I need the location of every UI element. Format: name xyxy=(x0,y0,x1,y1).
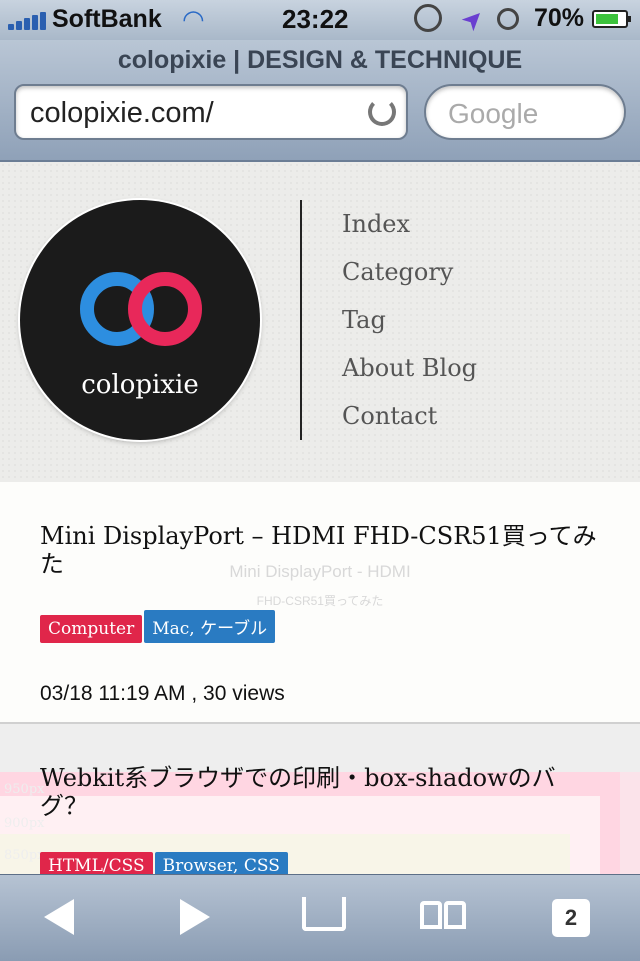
header-divider xyxy=(300,200,302,440)
alarm-icon xyxy=(497,8,519,30)
logo-text: colopixie xyxy=(81,370,199,400)
post-title[interactable]: Mini DisplayPort – HDMI FHD-CSR51買ってみた xyxy=(40,522,600,578)
share-icon[interactable] xyxy=(302,897,346,931)
post-thumbnail-line2: FHD-CSR51買ってみた xyxy=(256,594,384,608)
post-card[interactable]: Mini DisplayPort - HDMI FHD-CSR51買ってみた M… xyxy=(0,482,640,722)
back-icon[interactable] xyxy=(44,899,74,935)
wifi-icon: ◠ xyxy=(182,4,205,34)
reload-icon[interactable] xyxy=(368,98,396,126)
logo-ring-pink xyxy=(128,272,202,346)
location-icon: ➤ xyxy=(454,0,491,38)
search-placeholder: Google xyxy=(448,98,539,129)
thumb-label: 950px xyxy=(4,782,45,797)
tag-category[interactable]: HTML/CSS xyxy=(40,852,153,874)
menu-item-contact[interactable]: Contact xyxy=(342,402,477,450)
tag-keywords[interactable]: Mac, ケーブル xyxy=(144,610,276,643)
post-tags: HTML/CSS Browser, CSS xyxy=(40,852,290,874)
thumb-label: 850px xyxy=(4,848,45,863)
carrier-name: SoftBank xyxy=(52,5,162,33)
site-menu: Index Category Tag About Blog Contact xyxy=(342,210,477,450)
page-title: colopixie | DESIGN & TECHNIQUE xyxy=(117,46,523,74)
clock: 23:22 xyxy=(282,4,349,34)
rotation-lock-icon xyxy=(414,4,442,32)
battery-percent: 70% xyxy=(534,4,585,32)
tag-category[interactable]: Computer xyxy=(40,615,143,643)
menu-item-category[interactable]: Category xyxy=(342,258,477,306)
post-title[interactable]: Webkit系ブラウザでの印刷・box-shadowのバグ？ xyxy=(40,764,600,820)
site-header: colopixie Index Category Tag About Blog … xyxy=(0,162,640,482)
post-meta: 03/18 11:19 AM , 30 views xyxy=(40,682,285,705)
tag-keywords[interactable]: Browser, CSS xyxy=(154,852,288,874)
post-card[interactable]: 950px 900px 850px Webkit系ブラウザでの印刷・box-sh… xyxy=(0,724,640,874)
browser-toolbar: 2 xyxy=(0,874,640,961)
menu-item-tag[interactable]: Tag xyxy=(342,306,477,354)
menu-item-about[interactable]: About Blog xyxy=(342,354,477,402)
status-bar: SoftBank ◠ 23:22 ➤ 70% xyxy=(0,0,640,40)
tabs-icon[interactable]: 2 xyxy=(552,899,590,937)
signal-icon xyxy=(8,10,48,30)
url-text: colopixie.com/ xyxy=(30,97,214,129)
browser-nav-bar: colopixie | DESIGN & TECHNIQUE colopixie… xyxy=(0,40,640,162)
search-field[interactable]: Google xyxy=(424,84,626,140)
bookmarks-icon[interactable] xyxy=(420,901,468,931)
post-tags: Computer Mac, ケーブル xyxy=(40,610,277,643)
menu-item-index[interactable]: Index xyxy=(342,210,477,258)
forward-icon[interactable] xyxy=(180,899,210,935)
site-logo[interactable]: colopixie xyxy=(20,200,260,440)
address-bar[interactable]: colopixie.com/ xyxy=(14,84,408,140)
battery-icon xyxy=(592,10,631,28)
thumb-label: 900px xyxy=(4,816,45,831)
